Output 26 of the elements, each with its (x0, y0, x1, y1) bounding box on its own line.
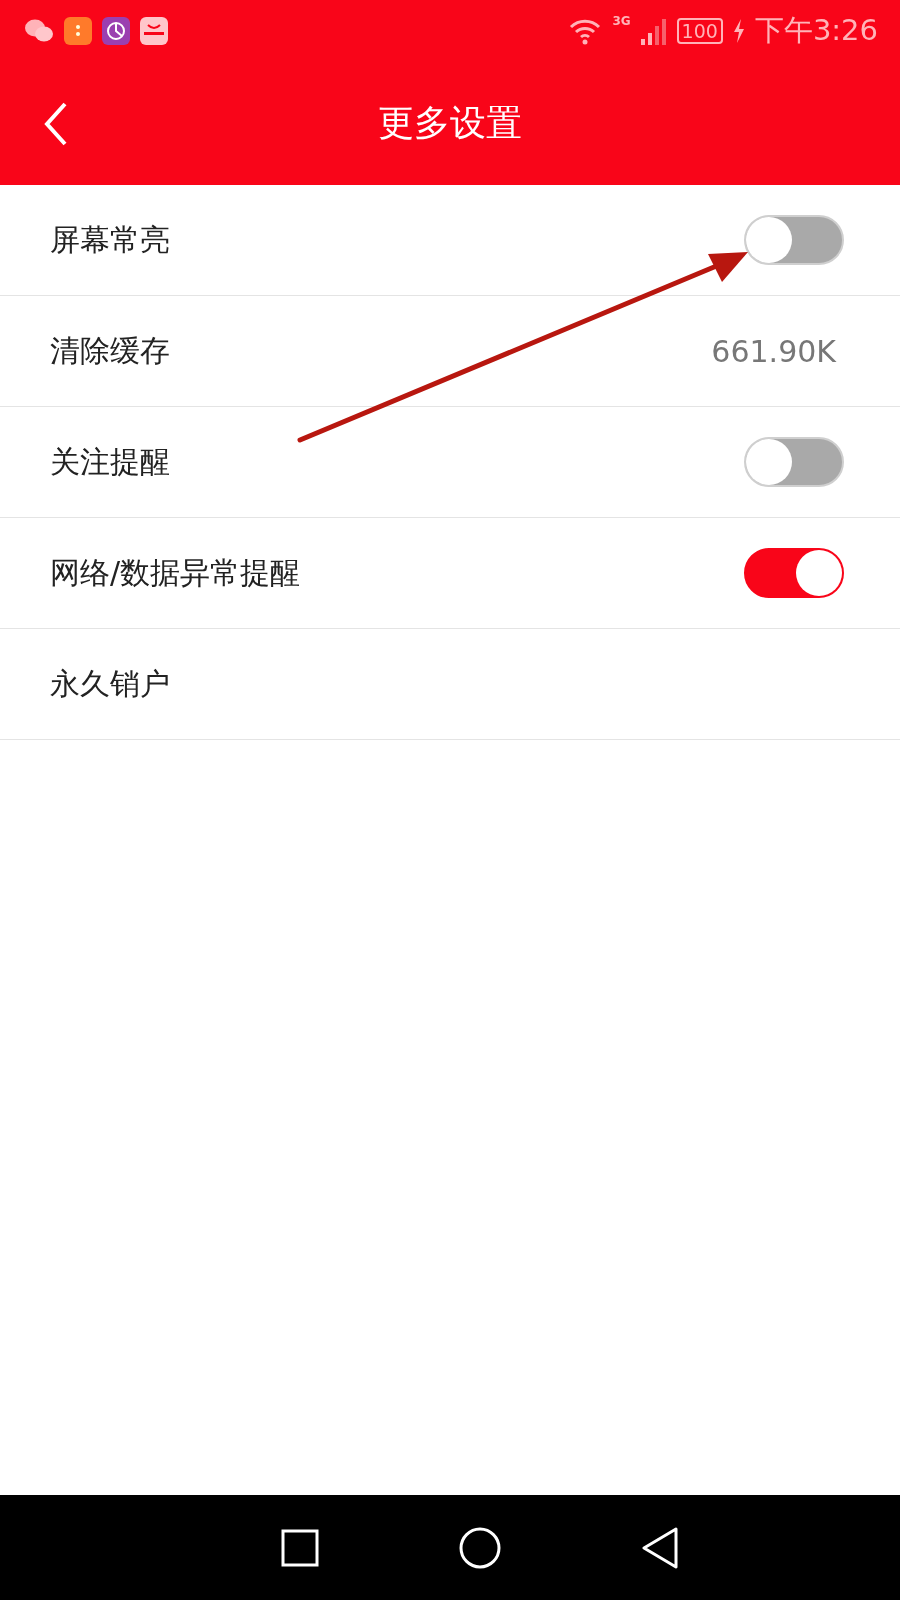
recent-apps-button[interactable] (281, 1528, 319, 1567)
wifi-icon (568, 17, 603, 45)
charging-icon (732, 19, 745, 43)
cache-size: 661.90K (711, 333, 836, 369)
app-icon (64, 17, 92, 45)
setting-label: 屏幕常亮 (50, 220, 171, 259)
settings-row[interactable]: 清除缓存 661.90K (0, 296, 900, 407)
setting-label: 网络/数据异常提醒 (50, 553, 302, 592)
toggle-switch[interactable] (744, 548, 844, 598)
store-icon (140, 17, 168, 45)
chat-icon (24, 18, 54, 44)
app-icon (102, 17, 130, 45)
setting-label: 永久销户 (50, 664, 171, 703)
signal-icon (640, 17, 667, 45)
setting-label: 关注提醒 (50, 442, 171, 481)
settings-row[interactable]: 永久销户 (0, 629, 900, 740)
clock: 下午3:26 (754, 12, 878, 49)
network-type: 3G (612, 14, 631, 28)
back-nav-button[interactable] (641, 1526, 679, 1569)
page-title: 更多设置 (378, 101, 522, 145)
battery-level: 100 (676, 18, 723, 44)
settings-row[interactable]: 关注提醒 (0, 407, 900, 518)
settings-row[interactable]: 网络/数据异常提醒 (0, 518, 900, 629)
setting-label: 清除缓存 (50, 331, 171, 370)
settings-row[interactable]: 屏幕常亮 (0, 185, 900, 296)
home-button[interactable] (459, 1526, 501, 1569)
